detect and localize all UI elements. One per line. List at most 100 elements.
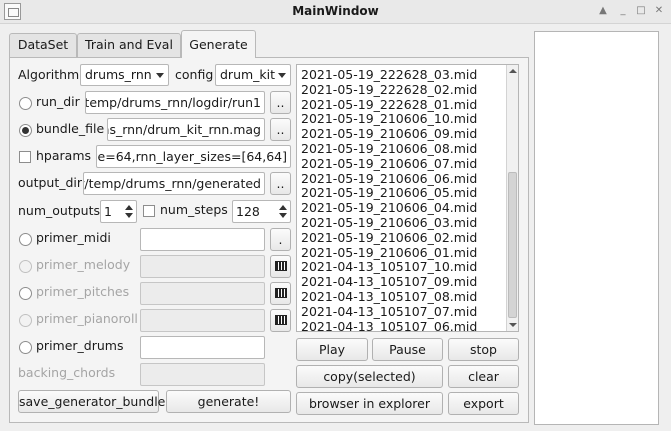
minimize-icon[interactable]: _ <box>616 4 630 18</box>
algorithm-value: drums_rnn <box>85 67 152 82</box>
export-button[interactable]: export <box>448 392 519 415</box>
list-item[interactable]: 2021-04-13_105107_09.mid <box>301 274 477 289</box>
primer-pianoroll-radio[interactable] <box>19 314 32 327</box>
config-label: config <box>175 67 214 82</box>
bundle-file-input[interactable]: ms_rnn/drum_kit_rnn.mag <box>107 118 265 141</box>
list-item[interactable]: 2021-05-19_222628_01.mid <box>301 97 477 112</box>
primer-drums-input[interactable] <box>140 336 265 359</box>
spin-up-icon[interactable] <box>279 205 287 210</box>
bundle-file-value: ms_rnn/drum_kit_rnn.mag <box>107 122 261 137</box>
output-dir-browse-button[interactable]: .. <box>270 172 291 195</box>
scroll-up-icon[interactable] <box>509 69 517 73</box>
primer-pitches-radio[interactable] <box>19 287 32 300</box>
tab-train-and-eval[interactable]: Train and Eval <box>77 33 181 57</box>
close-icon[interactable]: ✕ <box>652 4 666 18</box>
config-value: drum_kit <box>220 67 276 82</box>
save-generator-bundle-button[interactable]: save_generator_bundle <box>18 390 165 413</box>
backing-chords-label: backing_chords <box>18 365 116 380</box>
config-select[interactable]: drum_kit <box>215 64 291 86</box>
num-steps-spinbox[interactable]: 128 <box>232 200 291 223</box>
list-item[interactable]: 2021-04-13_105107_07.mid <box>301 304 477 319</box>
num-steps-checkbox[interactable] <box>143 205 155 217</box>
tab-dataset[interactable]: DataSet <box>9 33 77 57</box>
primer-drums-radio[interactable] <box>19 341 32 354</box>
list-item[interactable]: 2021-05-19_222628_03.mid <box>301 67 477 82</box>
file-list-scrollbar[interactable] <box>506 65 518 331</box>
bundle-file-label: bundle_file <box>36 121 105 136</box>
maximize-icon[interactable]: □ <box>634 4 648 18</box>
num-steps-label: num_steps <box>160 202 228 217</box>
bundle-file-browse-button[interactable]: .. <box>270 118 291 141</box>
list-item[interactable]: 2021-04-13_105107_10.mid <box>301 259 477 274</box>
algorithm-select[interactable]: drums_rnn <box>80 64 169 86</box>
primer-pianoroll-label: primer_pianoroll <box>36 311 138 326</box>
num-outputs-value: 1 <box>104 204 112 219</box>
list-item[interactable]: 2021-04-13_105107_06.mid <box>301 319 477 331</box>
spin-down-icon[interactable] <box>279 213 287 218</box>
run-dir-label: run_dir <box>36 94 80 109</box>
hparams-label: hparams <box>36 148 92 163</box>
output-dir-value: er/temp/drums_rnn/generated <box>83 176 261 191</box>
run-dir-browse-button[interactable]: .. <box>270 91 291 114</box>
chevron-down-icon <box>156 73 164 78</box>
scroll-down-icon[interactable] <box>509 323 517 327</box>
hparams-checkbox[interactable] <box>19 151 31 163</box>
primer-midi-input[interactable] <box>140 228 265 251</box>
piano-keys-icon <box>275 261 287 271</box>
window-title: MainWindow <box>292 4 379 18</box>
primer-midi-radio[interactable] <box>19 233 32 246</box>
copy-selected-button[interactable]: copy(selected) <box>296 365 443 388</box>
list-item[interactable]: 2021-05-19_210606_08.mid <box>301 141 477 156</box>
list-item[interactable]: 2021-05-19_210606_04.mid <box>301 200 477 215</box>
bundle-file-radio[interactable] <box>19 124 32 137</box>
list-item[interactable]: 2021-05-19_210606_05.mid <box>301 185 477 200</box>
piano-keys-icon <box>275 288 287 298</box>
primer-melody-piano-button[interactable] <box>270 255 291 278</box>
primer-drums-label: primer_drums <box>36 338 124 353</box>
num-outputs-label: num_outputs <box>18 203 101 218</box>
side-panel <box>534 31 659 425</box>
primer-melody-label: primer_melody <box>36 257 131 272</box>
pause-button[interactable]: Pause <box>372 338 443 361</box>
shade-icon[interactable]: ▲ <box>596 4 610 18</box>
browser-in-explorer-button[interactable]: browser in explorer <box>296 392 443 415</box>
run-dir-value: er/temp/drums_rnn/logdir/run1 <box>85 95 261 110</box>
chevron-down-icon <box>278 73 286 78</box>
play-button[interactable]: Play <box>296 338 368 361</box>
primer-pitches-label: primer_pitches <box>36 284 130 299</box>
primer-midi-browse-button[interactable]: . <box>270 228 291 251</box>
tab-generate[interactable]: Generate <box>181 30 256 58</box>
primer-pitches-input[interactable] <box>140 282 265 305</box>
hparams-input[interactable]: size=64,rnn_layer_sizes=[64,64] <box>96 145 291 168</box>
output-dir-input[interactable]: er/temp/drums_rnn/generated <box>83 172 265 195</box>
list-item[interactable]: 2021-05-19_210606_06.mid <box>301 171 477 186</box>
generated-files-list[interactable]: 2021-05-19_222628_03.mid 2021-05-19_22262… <box>296 64 519 332</box>
num-steps-value: 128 <box>236 204 260 219</box>
primer-pianoroll-input[interactable] <box>140 309 265 332</box>
num-outputs-spinbox[interactable]: 1 <box>100 200 137 223</box>
list-item[interactable]: 2021-05-19_210606_03.mid <box>301 215 477 230</box>
clear-button[interactable]: clear <box>448 365 519 388</box>
generate-button[interactable]: generate! <box>166 390 291 413</box>
list-item[interactable]: 2021-04-13_105107_08.mid <box>301 289 477 304</box>
list-item[interactable]: 2021-05-19_222628_02.mid <box>301 82 477 97</box>
scrollbar-thumb[interactable] <box>508 172 517 318</box>
stop-button[interactable]: stop <box>448 338 519 361</box>
algorithm-label: Algorithm <box>18 67 80 82</box>
primer-pitches-piano-button[interactable] <box>270 282 291 305</box>
list-item[interactable]: 2021-05-19_210606_02.mid <box>301 230 477 245</box>
primer-pianoroll-piano-button[interactable] <box>270 309 291 332</box>
run-dir-input[interactable]: er/temp/drums_rnn/logdir/run1 <box>85 91 265 114</box>
output-dir-label: output_dir <box>18 175 83 190</box>
run-dir-radio[interactable] <box>19 97 32 110</box>
list-item[interactable]: 2021-05-19_210606_10.mid <box>301 111 477 126</box>
list-item[interactable]: 2021-05-19_210606_07.mid <box>301 156 477 171</box>
spin-up-icon[interactable] <box>125 205 133 210</box>
primer-midi-label: primer_midi <box>36 230 111 245</box>
list-item[interactable]: 2021-05-19_210606_01.mid <box>301 245 477 260</box>
spin-down-icon[interactable] <box>125 213 133 218</box>
primer-melody-radio[interactable] <box>19 260 32 273</box>
primer-melody-input[interactable] <box>140 255 265 278</box>
backing-chords-input[interactable] <box>140 363 265 386</box>
list-item[interactable]: 2021-05-19_210606_09.mid <box>301 126 477 141</box>
